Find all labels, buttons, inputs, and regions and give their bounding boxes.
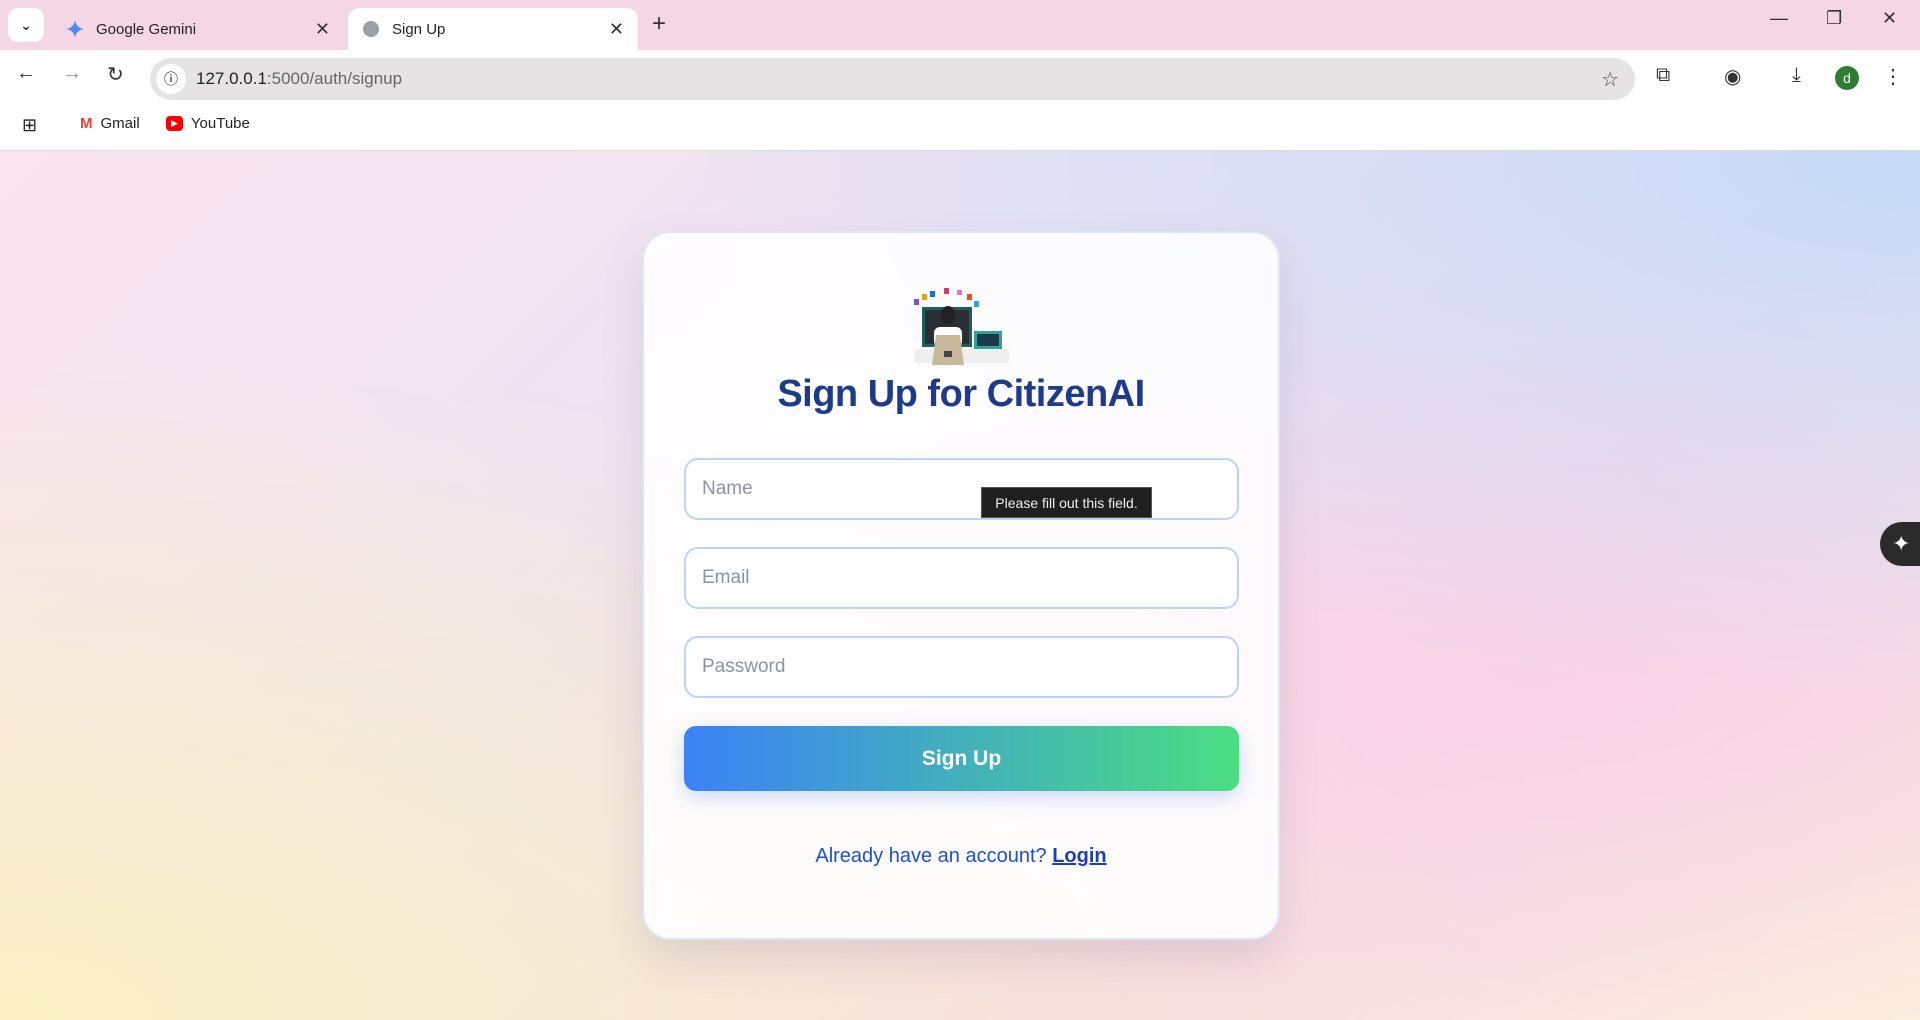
signup-card: Sign Up for CitizenAI Sign Up Already ha… bbox=[642, 231, 1280, 940]
url-path: :5000/auth/signup bbox=[266, 69, 403, 88]
url-host: 127.0.0.1 bbox=[196, 69, 267, 88]
password-input[interactable] bbox=[684, 636, 1239, 698]
back-button[interactable]: ← bbox=[16, 62, 36, 85]
close-window-button[interactable]: ✕ bbox=[1882, 8, 1897, 29]
name-input[interactable] bbox=[684, 458, 1239, 520]
gemini-icon bbox=[66, 20, 84, 38]
bookmark-star-icon[interactable]: ☆ bbox=[1601, 67, 1619, 92]
extensions-icon[interactable]: ⧉ bbox=[1656, 64, 1670, 87]
developer-illustration bbox=[914, 288, 1009, 365]
download-icon[interactable]: ⤓ bbox=[1792, 64, 1801, 87]
gemini-sparkle-button[interactable]: ✦ bbox=[1880, 522, 1920, 566]
tab-google-gemini[interactable]: Google Gemini ✕ bbox=[52, 8, 344, 50]
address-bar[interactable]: ⓘ 127.0.0.1:5000/auth/signup ☆ bbox=[150, 58, 1635, 100]
apps-icon[interactable]: ⊞ bbox=[22, 115, 37, 136]
tab-sign-up[interactable]: Sign Up ✕ bbox=[348, 8, 638, 50]
bookmark-label: Gmail bbox=[100, 115, 140, 132]
menu-icon[interactable]: ⋮ bbox=[1883, 64, 1903, 89]
tab-title: Sign Up bbox=[392, 20, 446, 38]
new-tab-button[interactable]: + bbox=[652, 10, 666, 38]
youtube-icon: ▶ bbox=[166, 116, 183, 131]
gmail-icon: M bbox=[80, 115, 93, 132]
validation-tooltip: Please fill out this field. bbox=[981, 487, 1152, 518]
restore-button[interactable]: ❐ bbox=[1826, 8, 1842, 29]
reload-button[interactable]: ↻ bbox=[107, 62, 124, 87]
forward-button[interactable]: → bbox=[62, 62, 82, 85]
login-prompt-text: Already have an account? bbox=[815, 845, 1047, 867]
tab-search-button[interactable]: ⌄ bbox=[8, 8, 44, 42]
profile-avatar[interactable]: d bbox=[1835, 66, 1859, 90]
close-tab-icon[interactable]: ✕ bbox=[315, 19, 330, 40]
bookmark-youtube[interactable]: ▶ YouTube bbox=[166, 115, 250, 132]
minimize-button[interactable]: — bbox=[1770, 8, 1788, 29]
sparkle-icon: ✦ bbox=[1892, 531, 1911, 556]
bookmarks-bar: ⊞ M Gmail ▶ YouTube bbox=[0, 100, 1920, 151]
page-title: Sign Up for CitizenAI bbox=[777, 373, 1145, 415]
tab-title: Google Gemini bbox=[96, 20, 197, 38]
page-background: Sign Up for CitizenAI Sign Up Already ha… bbox=[0, 151, 1920, 1020]
toolbar: ← → ↻ ⓘ 127.0.0.1:5000/auth/signup ☆ ⧉ ◉… bbox=[0, 50, 1920, 100]
chevron-down-icon: ⌄ bbox=[20, 16, 32, 33]
tab-strip: ⌄ Google Gemini ✕ Sign Up ✕ + — ❐ ✕ bbox=[0, 0, 1920, 50]
login-prompt: Already have an account? Login bbox=[644, 845, 1278, 868]
login-link[interactable]: Login bbox=[1052, 845, 1106, 867]
email-input[interactable] bbox=[684, 547, 1239, 609]
site-info-icon[interactable]: ⓘ bbox=[156, 64, 186, 94]
close-tab-icon[interactable]: ✕ bbox=[609, 19, 624, 40]
screenshot-icon[interactable]: ◉ bbox=[1724, 64, 1741, 89]
signup-button[interactable]: Sign Up bbox=[684, 726, 1239, 791]
bookmark-label: YouTube bbox=[190, 115, 250, 132]
globe-icon bbox=[362, 20, 380, 38]
bookmark-gmail[interactable]: M Gmail bbox=[80, 115, 140, 132]
